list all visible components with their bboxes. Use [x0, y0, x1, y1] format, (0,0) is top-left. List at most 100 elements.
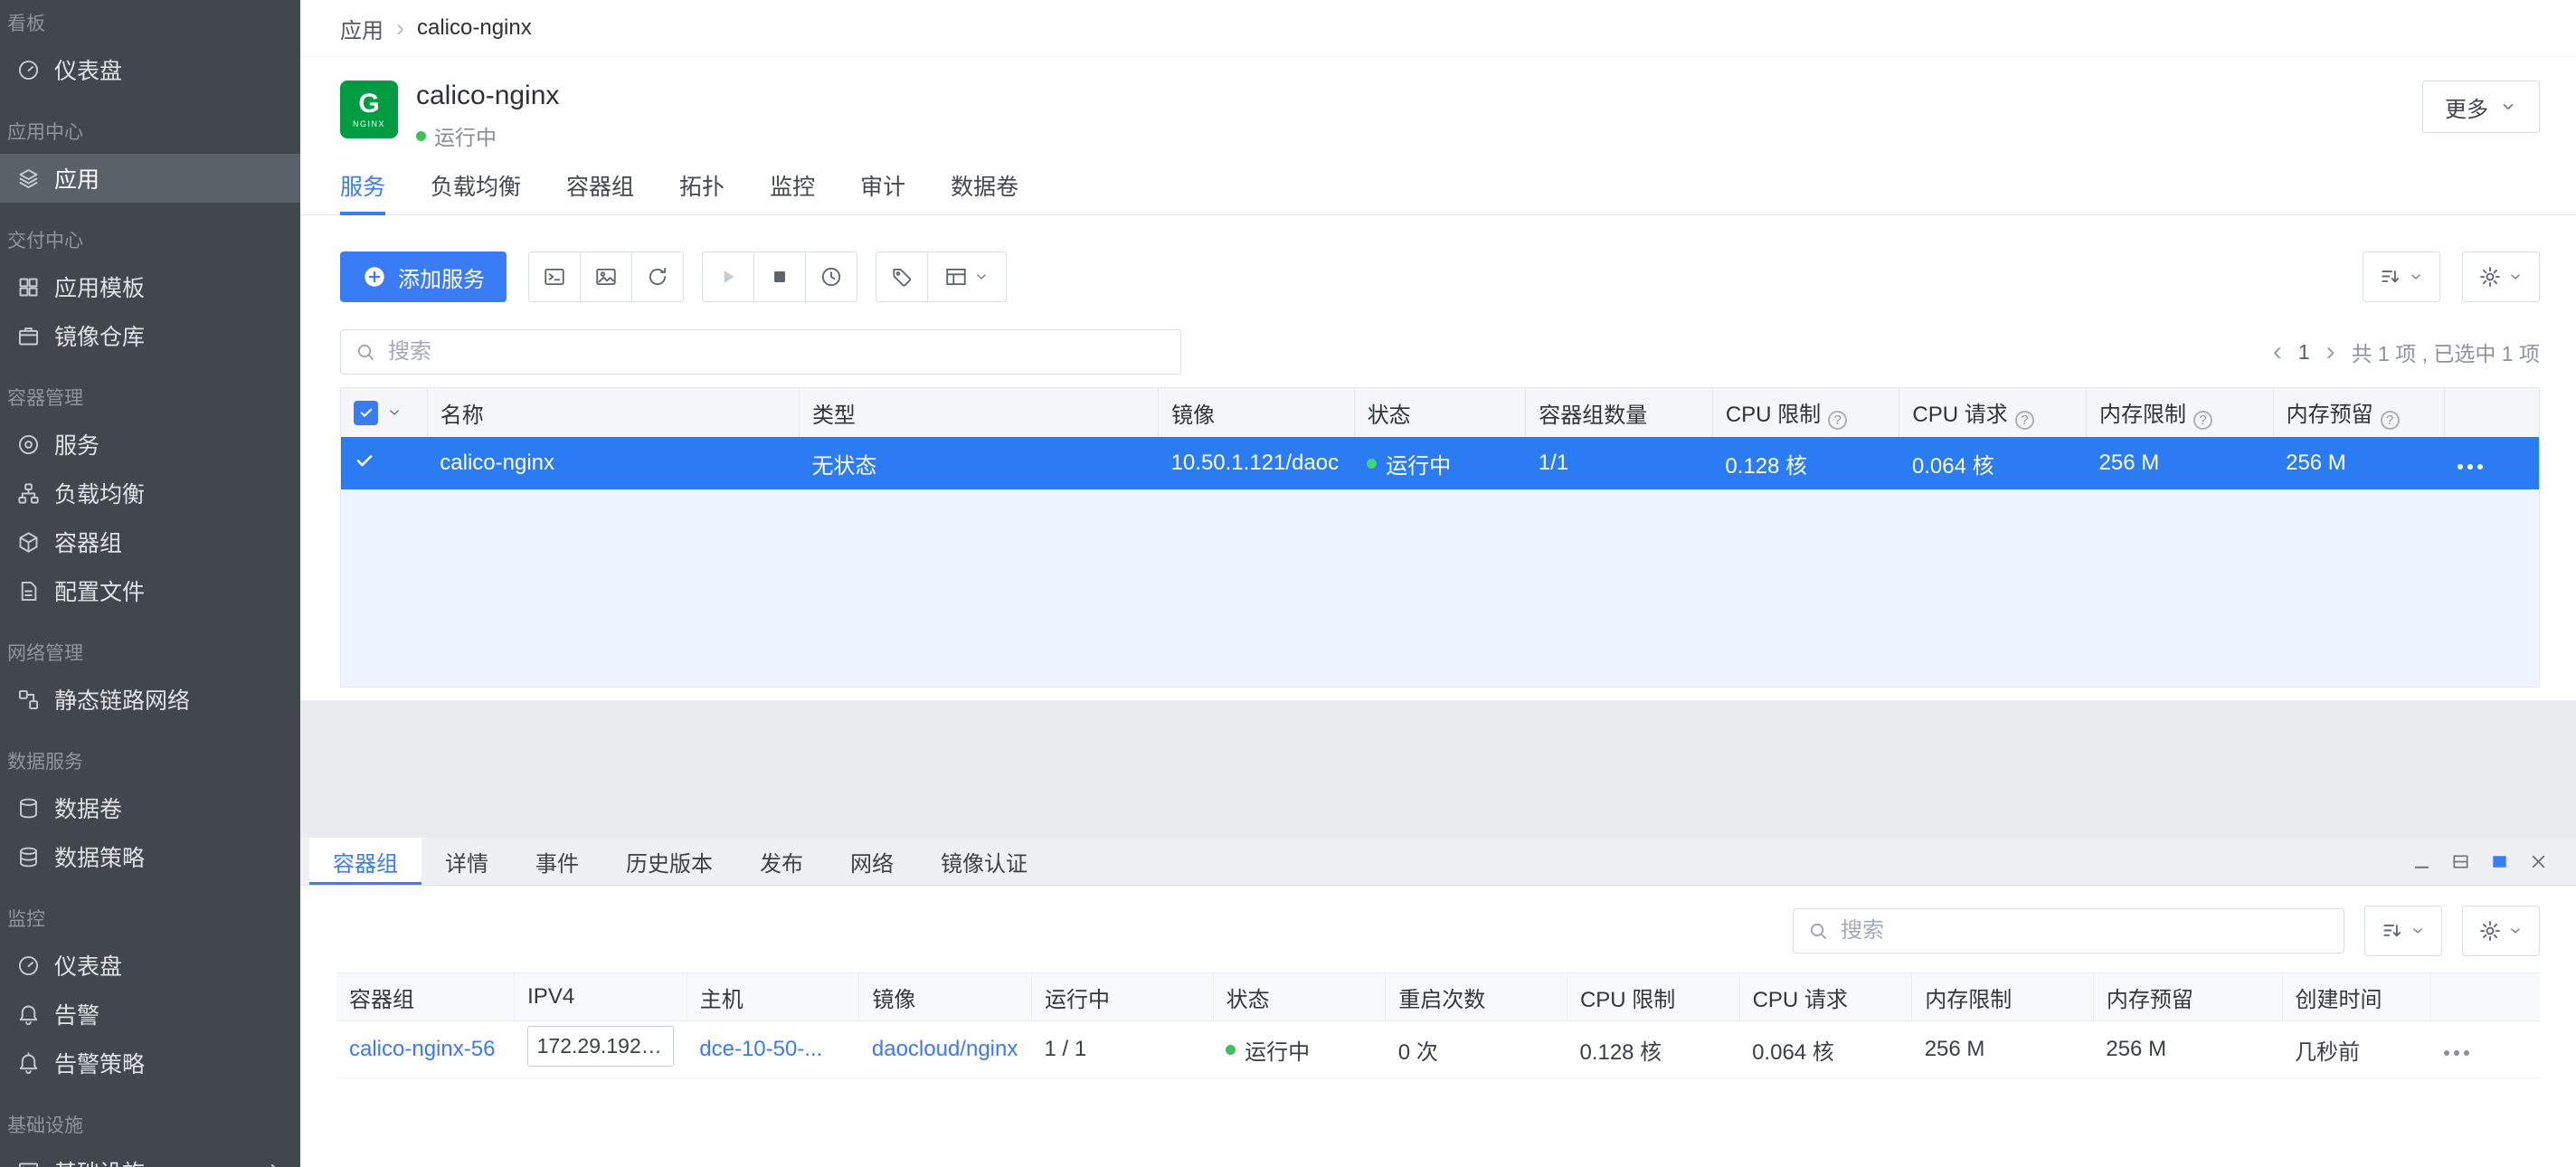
sidebar-item-alerts[interactable]: 告警 [0, 990, 300, 1039]
detail-tab-image-auth[interactable]: 镜像认证 [917, 838, 1051, 885]
pod-row[interactable]: calico-nginx-56 172.29.192.216 dce-10-50… [336, 1021, 2540, 1078]
pods-sort-button[interactable] [2364, 906, 2442, 956]
stop-button[interactable] [753, 251, 806, 302]
settings-button[interactable] [2462, 251, 2540, 302]
detail-tab-history[interactable]: 历史版本 [602, 838, 736, 885]
pod-actions-button[interactable] [2444, 1050, 2469, 1056]
pod-restarts: 0 次 [1386, 1021, 1567, 1078]
sidebar-item-infrastructure[interactable]: 基础设施 [0, 1147, 300, 1167]
pod-mem-reserve: 256 M [2093, 1021, 2282, 1078]
server-icon [16, 1160, 41, 1167]
collapse-sidebar-arrow-icon[interactable] [257, 1158, 284, 1167]
box-icon [16, 324, 41, 348]
sidebar-item-image-registry[interactable]: 镜像仓库 [0, 311, 300, 360]
help-icon[interactable] [2193, 411, 2212, 430]
pods-column-mem-reserve: 内存预留 [2093, 973, 2282, 1021]
help-icon[interactable] [1828, 411, 1847, 430]
help-icon[interactable] [2015, 411, 2034, 430]
check-icon [354, 450, 375, 471]
sidebar-item-pods[interactable]: 容器组 [0, 517, 300, 566]
start-button[interactable] [702, 251, 754, 302]
pod-host-link[interactable]: dce-10-50-... [699, 1037, 822, 1061]
select-all-header [341, 388, 427, 437]
select-all-checkbox[interactable] [354, 401, 378, 425]
chevron-down-icon[interactable] [386, 404, 402, 421]
row-actions-button[interactable] [2458, 464, 2483, 470]
sidebar-item-alert-policies[interactable]: 告警策略 [0, 1039, 300, 1087]
detail-tab-network[interactable]: 网络 [827, 838, 917, 885]
search-input[interactable] [340, 329, 1181, 375]
pod-image-link[interactable]: daocloud/nginx [872, 1037, 1018, 1061]
tag-button[interactable] [876, 251, 928, 302]
sort-icon [2379, 265, 2402, 289]
sidebar-section-data-services: 数据服务 [0, 724, 300, 783]
sidebar-item-static-network[interactable]: 静态链路网络 [0, 675, 300, 724]
sidebar-item-volumes[interactable]: 数据卷 [0, 783, 300, 832]
tab-services[interactable]: 服务 [340, 158, 385, 215]
prev-page-button[interactable]: ‹ [2273, 338, 2282, 365]
chevron-down-icon [2499, 98, 2517, 116]
help-icon[interactable] [2381, 411, 2400, 430]
sidebar-item-applications[interactable]: 应用 [0, 154, 300, 203]
detail-tab-events[interactable]: 事件 [512, 838, 602, 885]
tab-topology[interactable]: 拓扑 [679, 158, 724, 215]
image-button[interactable] [580, 251, 632, 302]
detail-tab-pods[interactable]: 容器组 [309, 838, 421, 885]
pod-name-link[interactable]: calico-nginx-56 [349, 1037, 495, 1061]
breadcrumb-current: calico-nginx [417, 15, 532, 41]
add-service-button[interactable]: 添加服务 [340, 251, 507, 302]
gear-icon [2478, 265, 2502, 289]
pod-ipv4-value[interactable]: 172.29.192.216 [527, 1026, 675, 1067]
services-table: 名称 类型 镜像 状态 容器组数量 CPU 限制 CPU 请求 内存限制 内存预… [340, 387, 2540, 688]
grid-icon [16, 275, 41, 299]
more-button[interactable]: 更多 [2422, 81, 2540, 133]
gear-icon [2478, 919, 2502, 943]
tab-pods[interactable]: 容器组 [566, 158, 634, 215]
cube-icon [16, 530, 41, 555]
image-icon [594, 265, 618, 289]
row-checkbox[interactable] [354, 450, 375, 471]
pods-search-input[interactable] [1793, 908, 2344, 954]
load-balancer-icon [16, 481, 41, 506]
tab-audit[interactable]: 审计 [860, 158, 905, 215]
cell-cpu-request: 0.064 核 [1899, 437, 2087, 489]
page-title: calico-nginx [416, 81, 559, 111]
pods-settings-button[interactable] [2462, 906, 2540, 956]
next-page-button[interactable]: › [2326, 338, 2335, 365]
refresh-button[interactable] [631, 251, 684, 302]
service-row-selected[interactable]: calico-nginx 无状态 10.50.1.121/daoc 运行中 1/… [341, 437, 2539, 489]
column-header-type: 类型 [799, 388, 1158, 437]
sidebar-item-config-files[interactable]: 配置文件 [0, 566, 300, 615]
panel-gap [300, 700, 2576, 838]
sidebar-item-app-templates[interactable]: 应用模板 [0, 262, 300, 311]
tab-volumes[interactable]: 数据卷 [951, 158, 1018, 215]
sidebar-item-services[interactable]: 服务 [0, 420, 300, 469]
detail-tab-bar: 容器组 详情 事件 历史版本 发布 网络 镜像认证 [300, 838, 2576, 886]
detail-tab-details[interactable]: 详情 [421, 838, 512, 885]
half-screen-icon[interactable] [2450, 851, 2471, 872]
redeploy-button[interactable] [805, 251, 857, 302]
close-panel-icon[interactable] [2528, 851, 2549, 872]
sidebar-item-data-policies[interactable]: 数据策略 [0, 832, 300, 881]
gauge-icon [16, 954, 41, 978]
services-search [340, 329, 1181, 375]
terminal-button[interactable] [528, 251, 581, 302]
tab-load-balancers[interactable]: 负载均衡 [431, 158, 521, 215]
cell-service-type: 无状态 [799, 437, 1158, 489]
detail-tab-release[interactable]: 发布 [736, 838, 827, 885]
full-screen-icon[interactable] [2489, 851, 2510, 872]
tab-monitoring[interactable]: 监控 [770, 158, 815, 215]
sidebar-item-monitor-dashboard[interactable]: 仪表盘 [0, 941, 300, 990]
pods-column-actions [2431, 973, 2540, 1021]
sidebar-item-dashboard[interactable]: 仪表盘 [0, 45, 300, 94]
column-settings-button[interactable] [927, 251, 1007, 302]
breadcrumb-root[interactable]: 应用 [340, 13, 384, 44]
sidebar-item-load-balancers[interactable]: 负载均衡 [0, 469, 300, 517]
pods-column-running: 运行中 [1032, 973, 1214, 1021]
sort-button[interactable] [2363, 251, 2440, 302]
minimize-panel-icon[interactable] [2411, 851, 2432, 872]
detail-panel: 容器组 详情 事件 历史版本 发布 网络 镜像认证 [300, 838, 2576, 1167]
sort-icon [2381, 919, 2404, 943]
refresh-icon [646, 265, 669, 289]
search-icon [355, 341, 376, 363]
